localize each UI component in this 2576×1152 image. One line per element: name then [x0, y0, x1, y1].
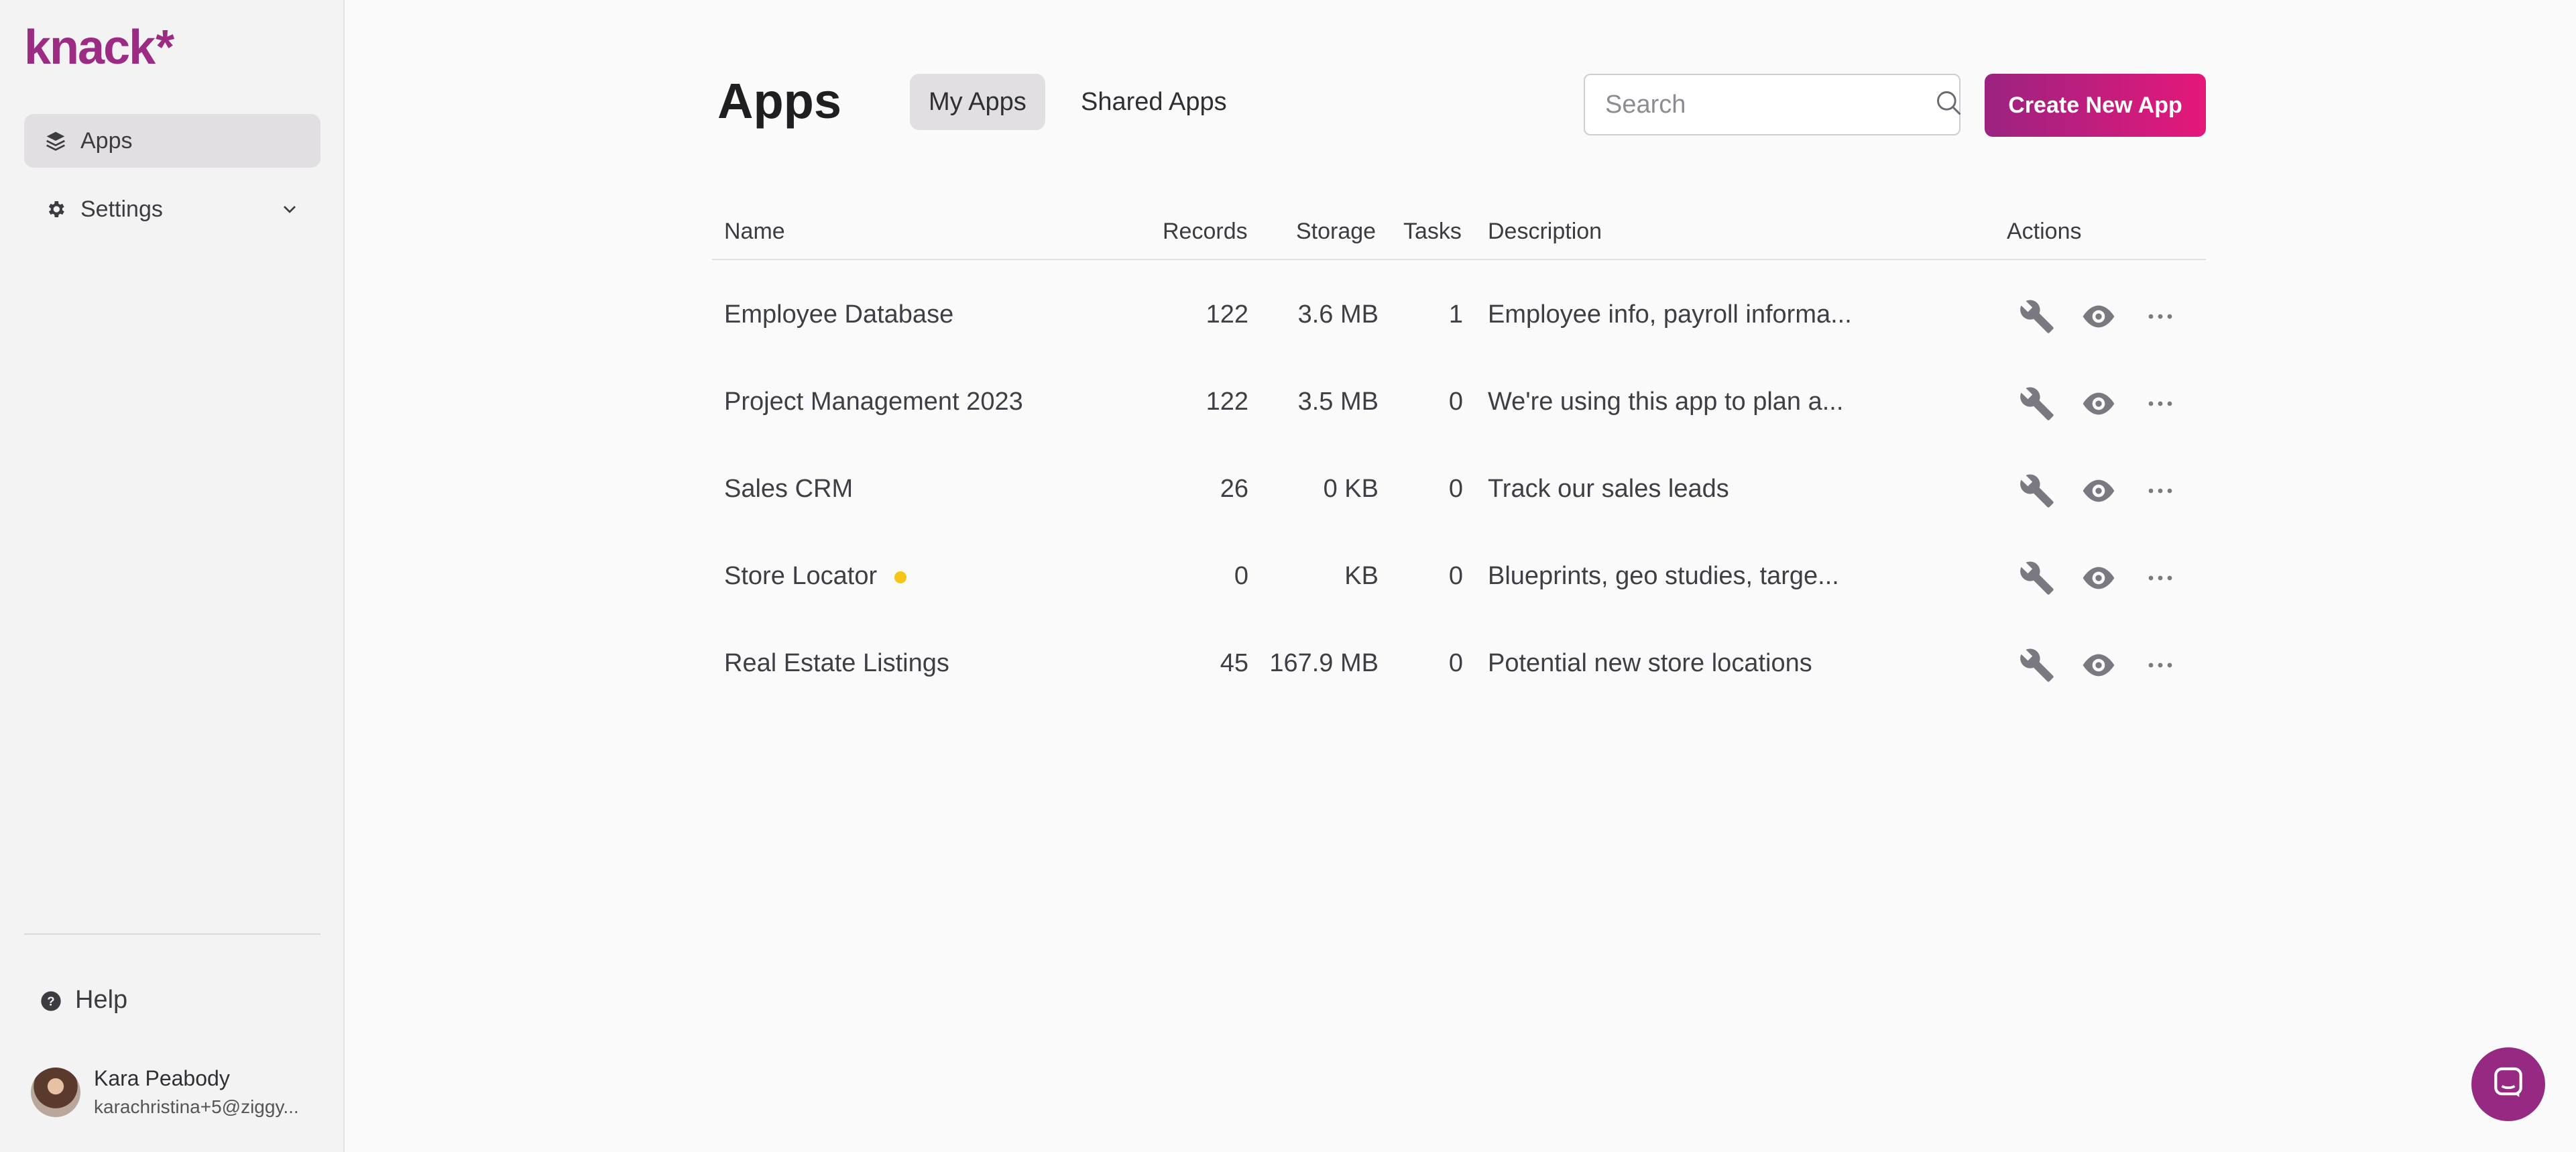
- tasks-value: 0: [1448, 562, 1463, 590]
- column-header-actions: Actions: [2007, 219, 2082, 244]
- table-row[interactable]: Real Estate Listings 45 167.9 MB 0 Potential…: [712, 622, 2206, 709]
- more-options-icon[interactable]: [2140, 645, 2180, 685]
- storage-value: 0 KB: [1323, 475, 1379, 503]
- sidebar: knack* Apps Settings ? Help Kara Peabody…: [0, 0, 345, 1152]
- records-value: 122: [1206, 388, 1248, 416]
- description-value: Employee info, payroll informa...: [1488, 300, 1852, 329]
- wrench-icon[interactable]: [2017, 384, 2057, 424]
- table-row[interactable]: Project Management 2023 122 3.5 MB 0 We're u…: [712, 361, 2206, 448]
- column-header-tasks[interactable]: Tasks: [1403, 219, 1462, 245]
- records-value: 0: [1234, 562, 1248, 590]
- storage-value: KB: [1344, 562, 1379, 590]
- help-link[interactable]: ? Help: [40, 986, 127, 1015]
- more-options-icon[interactable]: [2140, 471, 2180, 511]
- sidebar-item-label: Apps: [80, 127, 133, 154]
- description-value: Potential new store locations: [1488, 649, 1812, 677]
- records-value: 45: [1220, 649, 1248, 677]
- sidebar-item-settings[interactable]: Settings: [24, 182, 320, 236]
- eye-icon[interactable]: [2079, 384, 2119, 424]
- search-icon[interactable]: [1934, 89, 1964, 121]
- tasks-value: 0: [1448, 475, 1463, 503]
- avatar: [31, 1067, 80, 1117]
- more-options-icon[interactable]: [2140, 296, 2180, 337]
- eye-icon[interactable]: [2079, 296, 2119, 337]
- table-row[interactable]: Employee Database 122 3.6 MB 1 Employee info…: [712, 274, 2206, 361]
- user-email: karachristina+5@ziggy...: [94, 1096, 299, 1117]
- sidebar-item-apps[interactable]: Apps: [24, 114, 320, 168]
- user-profile[interactable]: Kara Peabody karachristina+5@ziggy...: [31, 1066, 315, 1118]
- description-value: Blueprints, geo studies, targe...: [1488, 562, 1839, 590]
- eye-icon[interactable]: [2079, 558, 2119, 598]
- wrench-icon[interactable]: [2017, 296, 2057, 337]
- app-name[interactable]: Project Management 2023: [724, 388, 1023, 416]
- column-header-name[interactable]: Name: [724, 219, 785, 245]
- app-name[interactable]: Sales CRM: [724, 475, 853, 504]
- table-row[interactable]: Sales CRM 26 0 KB 0 Track our sales leads: [712, 448, 2206, 535]
- sidebar-item-label: Settings: [80, 196, 163, 222]
- tasks-value: 0: [1448, 649, 1463, 677]
- gear-icon: [44, 198, 67, 221]
- column-header-description[interactable]: Description: [1488, 219, 1602, 245]
- tasks-value: 0: [1448, 388, 1463, 416]
- description-value: We're using this app to plan a...: [1488, 388, 1844, 416]
- records-value: 122: [1206, 300, 1248, 329]
- user-name: Kara Peabody: [94, 1066, 230, 1090]
- search-input[interactable]: [1604, 89, 1934, 120]
- storage-value: 3.6 MB: [1297, 300, 1379, 329]
- tab-shared-apps[interactable]: Shared Apps: [1062, 74, 1246, 130]
- table-header-divider: [712, 259, 2206, 260]
- chat-icon: [2490, 1064, 2527, 1105]
- tab-my-apps[interactable]: My Apps: [910, 74, 1045, 130]
- tasks-value: 1: [1448, 300, 1463, 329]
- page-title: Apps: [717, 73, 841, 129]
- search-box: [1584, 74, 1961, 135]
- table-row[interactable]: Store Locator 0 KB 0 Blueprints, geo studies…: [712, 535, 2206, 622]
- more-options-icon[interactable]: [2140, 384, 2180, 424]
- wrench-icon[interactable]: [2017, 471, 2057, 511]
- layers-icon: [44, 129, 67, 152]
- app-name[interactable]: Employee Database: [724, 300, 953, 329]
- sidebar-divider: [24, 933, 320, 935]
- column-header-records[interactable]: Records: [1163, 219, 1248, 245]
- eye-icon[interactable]: [2079, 645, 2119, 685]
- chat-launcher-button[interactable]: [2471, 1047, 2545, 1121]
- description-value: Track our sales leads: [1488, 475, 1729, 503]
- help-icon: ?: [40, 990, 62, 1011]
- knack-logo[interactable]: knack*: [24, 20, 174, 75]
- create-new-app-button[interactable]: Create New App: [1985, 74, 2206, 137]
- wrench-icon[interactable]: [2017, 558, 2057, 598]
- eye-icon[interactable]: [2079, 471, 2119, 511]
- app-name[interactable]: Store Locator: [724, 562, 907, 591]
- column-header-storage[interactable]: Storage: [1296, 219, 1376, 245]
- storage-value: 3.5 MB: [1297, 388, 1379, 416]
- records-value: 26: [1220, 475, 1248, 503]
- storage-value: 167.9 MB: [1269, 649, 1379, 677]
- svg-text:?: ?: [47, 994, 54, 1008]
- status-dot: [894, 571, 907, 583]
- chevron-down-icon[interactable]: [279, 198, 300, 226]
- app-name[interactable]: Real Estate Listings: [724, 649, 949, 678]
- more-options-icon[interactable]: [2140, 558, 2180, 598]
- wrench-icon[interactable]: [2017, 645, 2057, 685]
